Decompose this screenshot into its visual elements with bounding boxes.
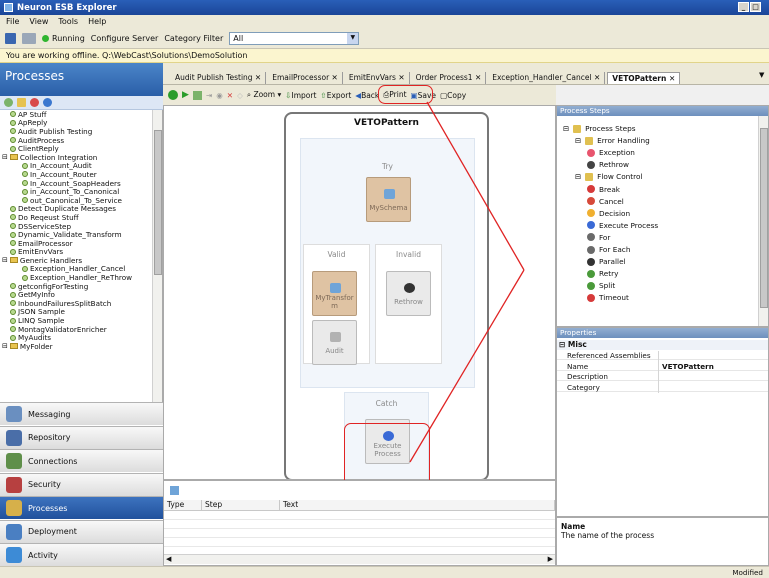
process-step-label: Parallel [599,257,626,267]
process-step-label: Split [599,281,616,291]
expand-icon[interactable]: ⊟ [575,172,581,181]
process-step-label: Cancel [599,196,624,206]
process-step-item[interactable]: Decision [587,209,630,218]
property-description: Name The name of the process [556,517,769,566]
process-step-item[interactable]: Split [587,281,615,290]
scroll-right-icon[interactable]: ▶ [548,555,553,563]
process-step-label: Rethrow [599,160,629,170]
step-icon [587,148,595,157]
process-step-item[interactable]: ⊟ Error Handling [575,136,650,145]
process-step-item[interactable]: Parallel [587,257,626,266]
step-icon [585,172,594,181]
process-step-label: Error Handling [597,136,650,146]
property-description-text: The name of the process [561,531,655,540]
property-row[interactable]: Name VETOPattern [557,362,768,371]
process-step-label: For Each [599,245,631,254]
process-step-label: Execute Process [599,220,659,230]
step-icon [587,293,595,302]
step-icon [587,257,595,266]
process-step-item[interactable]: ⊟ Process Steps [563,124,636,133]
process-step-item[interactable]: ⊟ Flow Control [575,172,642,181]
properties-panel: Properties ⊟ Misc Referenced Assemblies N… [556,327,769,517]
output-grid-body[interactable] [164,511,555,551]
expand-icon[interactable]: ⊟ [563,124,569,133]
status-text: Modified [732,568,763,577]
process-step-label: Decision [599,208,631,218]
output-grid-header: Type Step Text [164,500,555,511]
process-steps-tree[interactable]: ⊟ Process Steps ⊟ Error Handling Exception Re… [557,116,768,326]
annotation-box-back [378,85,433,104]
process-step-item[interactable]: Retry [587,269,618,278]
step-icon [587,269,595,278]
process-step-item[interactable]: For Each [587,245,630,254]
process-steps-header: Process Steps [557,106,768,116]
property-key: Category [567,382,600,392]
process-step-label: Retry [599,269,619,279]
expand-icon[interactable]: ⊟ [575,136,581,145]
property-key: Referenced Assemblies [567,351,651,360]
step-icon [585,136,594,145]
property-description-title: Name [561,522,586,531]
process-step-label: Break [599,184,621,194]
process-step-label: For [599,232,611,242]
col-text[interactable]: Text [280,500,555,510]
status-bar: Modified [0,566,769,578]
step-icon [587,221,595,230]
step-icon [587,245,595,254]
process-step-item[interactable]: For [587,233,610,242]
output-pane-icon [170,486,179,495]
output-hscroll[interactable]: ◀ ▶ [164,554,555,564]
col-type[interactable]: Type [164,500,202,510]
step-icon [587,197,595,206]
step-icon [587,209,595,218]
process-step-label: Exception [599,148,635,158]
process-step-label: Flow Control [597,172,643,182]
process-steps-scrollbar[interactable] [758,116,768,326]
process-step-item[interactable]: Exception [587,148,635,157]
process-step-item[interactable]: Rethrow [587,160,629,169]
step-icon [587,185,595,193]
step-icon [587,233,595,242]
annotation-line-top [426,101,525,271]
process-step-label: Process Steps [585,124,636,133]
step-icon [573,124,582,133]
process-step-label: Timeout [599,293,629,303]
process-step-item[interactable]: Execute Process [587,221,658,230]
step-icon [587,160,595,169]
annotation-box-execute [344,423,430,487]
process-step-item[interactable]: Timeout [587,293,629,302]
property-key: Name [567,361,589,371]
properties-section-label: Misc [567,340,587,349]
scroll-left-icon[interactable]: ◀ [166,555,171,563]
output-pane: Type Step Text ◀ ▶ [163,480,556,566]
property-value[interactable]: VETOPattern [662,362,714,371]
property-key: Description [567,372,608,381]
col-step[interactable]: Step [202,500,280,510]
step-icon [587,281,595,290]
process-step-item[interactable]: Cancel [587,197,624,206]
property-row[interactable]: Category [557,383,768,392]
property-row[interactable]: Referenced Assemblies [557,351,768,360]
properties-header: Properties [557,328,768,338]
process-step-item[interactable]: Break [587,185,620,194]
properties-section[interactable]: ⊟ Misc [557,340,768,350]
process-steps-scrollbar-thumb[interactable] [760,128,768,308]
property-divider [658,351,659,393]
property-row[interactable]: Description [557,372,768,381]
process-steps-panel: Process Steps ⊟ Process Steps ⊟ Error Handl… [556,105,769,327]
